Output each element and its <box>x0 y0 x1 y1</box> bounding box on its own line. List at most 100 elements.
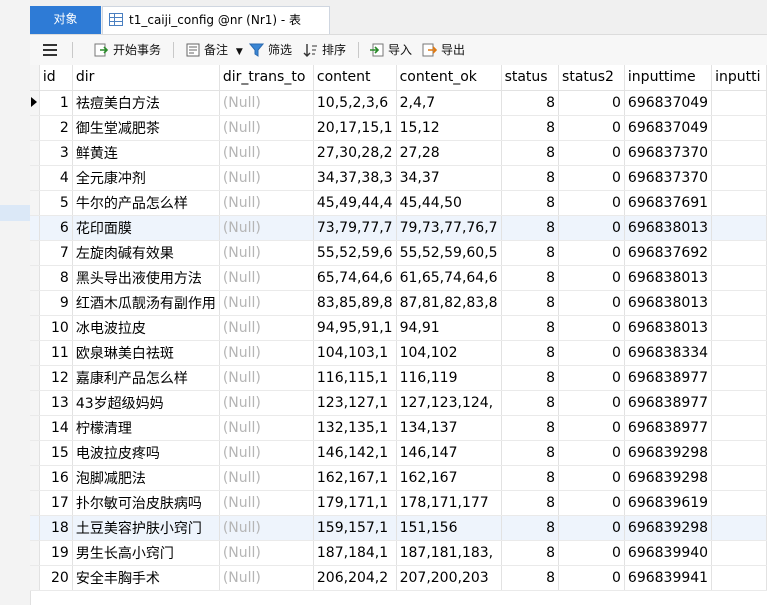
cell-status2[interactable]: 0 <box>558 390 625 416</box>
cell-inputtime[interactable]: 696839941 <box>624 565 713 591</box>
cell-content[interactable]: 206,204,2 <box>313 565 397 591</box>
cell-inputtime[interactable]: 696839298 <box>624 440 713 466</box>
cell-id[interactable]: 17 <box>39 490 73 516</box>
table-row[interactable]: 7 左旋肉碱有效果 (Null) 55,52,59,6 55,52,59,60,5 8 0 6… <box>30 240 767 266</box>
row-selector[interactable] <box>30 315 40 341</box>
cell-inputti[interactable] <box>711 140 767 166</box>
cell-status[interactable]: 8 <box>501 540 560 566</box>
cell-content[interactable]: 73,79,77,7 <box>313 215 397 241</box>
cell-content[interactable]: 179,171,1 <box>313 490 397 516</box>
cell-content-ok[interactable]: 104,102 <box>396 340 502 366</box>
cell-status[interactable]: 8 <box>501 265 560 291</box>
tab-objects[interactable]: 对象 <box>30 6 101 34</box>
cell-inputti[interactable] <box>711 515 767 541</box>
cell-id[interactable]: 20 <box>39 565 73 591</box>
cell-id[interactable]: 6 <box>39 215 73 241</box>
cell-dir-trans-to[interactable]: (Null) <box>219 90 314 116</box>
menu-icon[interactable] <box>43 44 57 56</box>
cell-dir-trans-to[interactable]: (Null) <box>219 340 314 366</box>
cell-dir[interactable]: 43岁超级妈妈 <box>72 390 220 416</box>
cell-status2[interactable]: 0 <box>558 90 625 116</box>
filter-button[interactable]: 筛选 <box>249 35 292 65</box>
column-header-content-ok[interactable]: content_ok <box>396 65 502 91</box>
cell-content-ok[interactable]: 134,137 <box>396 415 502 441</box>
cell-dir[interactable]: 电波拉皮疼吗 <box>72 440 220 466</box>
cell-status2[interactable]: 0 <box>558 165 625 191</box>
cell-dir[interactable]: 泡脚减肥法 <box>72 465 220 491</box>
cell-inputtime[interactable]: 696837692 <box>624 240 713 266</box>
cell-status[interactable]: 8 <box>501 215 560 241</box>
cell-dir-trans-to[interactable]: (Null) <box>219 515 314 541</box>
cell-status2[interactable]: 0 <box>558 240 625 266</box>
cell-dir-trans-to[interactable]: (Null) <box>219 140 314 166</box>
table-row[interactable]: 2 御生堂减肥茶 (Null) 20,17,15,1 15,12 8 0 696837049 <box>30 115 767 141</box>
cell-inputtime[interactable]: 696839298 <box>624 515 713 541</box>
cell-status2[interactable]: 0 <box>558 215 625 241</box>
cell-content-ok[interactable]: 151,156 <box>396 515 502 541</box>
cell-id[interactable]: 15 <box>39 440 73 466</box>
row-selector[interactable] <box>30 515 40 541</box>
cell-content[interactable]: 34,37,38,3 <box>313 165 397 191</box>
cell-dir[interactable]: 祛痘美白方法 <box>72 90 220 116</box>
cell-id[interactable]: 4 <box>39 165 73 191</box>
column-header-content[interactable]: content <box>313 65 397 91</box>
cell-content[interactable]: 146,142,1 <box>313 440 397 466</box>
cell-status[interactable]: 8 <box>501 515 560 541</box>
cell-status2[interactable]: 0 <box>558 365 625 391</box>
row-selector[interactable] <box>30 265 40 291</box>
cell-status2[interactable]: 0 <box>558 190 625 216</box>
table-row[interactable]: 12 嘉康利产品怎么样 (Null) 116,115,1 116,119 8 0 696838… <box>30 365 767 391</box>
cell-status[interactable]: 8 <box>501 465 560 491</box>
row-selector[interactable] <box>30 415 40 441</box>
table-row[interactable]: 4 全元康冲剂 (Null) 34,37,38,3 34,37 8 0 696837370 <box>30 165 767 191</box>
column-header-dir[interactable]: dir <box>72 65 220 91</box>
table-row[interactable]: 1 祛痘美白方法 (Null) 10,5,2,3,6 2,4,7 8 0 696837049 <box>30 90 767 116</box>
cell-status2[interactable]: 0 <box>558 315 625 341</box>
table-row[interactable]: 20 安全丰胸手术 (Null) 206,204,2 207,200,203 8 0 6968… <box>30 565 767 591</box>
cell-dir[interactable]: 男生长高小窍门 <box>72 540 220 566</box>
cell-content[interactable]: 83,85,89,8 <box>313 290 397 316</box>
row-selector[interactable] <box>30 90 40 116</box>
cell-dir[interactable]: 御生堂减肥茶 <box>72 115 220 141</box>
table-row[interactable]: 6 花印面膜 (Null) 73,79,77,7 79,73,77,76,7 8 0 6968… <box>30 215 767 241</box>
cell-dir-trans-to[interactable]: (Null) <box>219 215 314 241</box>
cell-content[interactable]: 94,95,91,1 <box>313 315 397 341</box>
cell-status2[interactable]: 0 <box>558 490 625 516</box>
cell-status[interactable]: 8 <box>501 90 560 116</box>
cell-inputti[interactable] <box>711 490 767 516</box>
cell-status2[interactable]: 0 <box>558 115 625 141</box>
cell-status[interactable]: 8 <box>501 165 560 191</box>
cell-inputtime[interactable]: 696839619 <box>624 490 713 516</box>
cell-dir[interactable]: 黑头导出液使用方法 <box>72 265 220 291</box>
cell-status2[interactable]: 0 <box>558 515 625 541</box>
cell-status[interactable]: 8 <box>501 490 560 516</box>
cell-content-ok[interactable]: 79,73,77,76,7 <box>396 215 502 241</box>
cell-status[interactable]: 8 <box>501 115 560 141</box>
table-row[interactable]: 18 土豆美容护肤小窍门 (Null) 159,157,1 151,156 8 0 69683… <box>30 515 767 541</box>
table-row[interactable]: 17 扑尔敏可治皮肤病吗 (Null) 179,171,1 178,171,177 8 0 6… <box>30 490 767 516</box>
column-header-dir-trans-to[interactable]: dir_trans_to <box>219 65 314 91</box>
cell-status[interactable]: 8 <box>501 240 560 266</box>
table-row[interactable]: 13 43岁超级妈妈 (Null) 123,127,1 127,123,124, 8 0 69… <box>30 390 767 416</box>
cell-id[interactable]: 16 <box>39 465 73 491</box>
table-row[interactable]: 5 牛尔的产品怎么样 (Null) 45,49,44,4 45,44,50 8 0 69683… <box>30 190 767 216</box>
row-selector[interactable] <box>30 565 40 591</box>
cell-dir-trans-to[interactable]: (Null) <box>219 115 314 141</box>
cell-content[interactable]: 123,127,1 <box>313 390 397 416</box>
cell-dir-trans-to[interactable]: (Null) <box>219 540 314 566</box>
cell-dir-trans-to[interactable]: (Null) <box>219 390 314 416</box>
row-selector[interactable] <box>30 240 40 266</box>
cell-content[interactable]: 65,74,64,6 <box>313 265 397 291</box>
cell-status2[interactable]: 0 <box>558 465 625 491</box>
cell-status2[interactable]: 0 <box>558 440 625 466</box>
cell-status[interactable]: 8 <box>501 140 560 166</box>
cell-dir[interactable]: 红酒木瓜靓汤有副作用 <box>72 290 220 316</box>
cell-status2[interactable]: 0 <box>558 290 625 316</box>
cell-content[interactable]: 159,157,1 <box>313 515 397 541</box>
cell-id[interactable]: 9 <box>39 290 73 316</box>
cell-inputtime[interactable]: 696838013 <box>624 215 713 241</box>
row-selector[interactable] <box>30 115 40 141</box>
cell-id[interactable]: 8 <box>39 265 73 291</box>
cell-status2[interactable]: 0 <box>558 265 625 291</box>
cell-inputti[interactable] <box>711 565 767 591</box>
